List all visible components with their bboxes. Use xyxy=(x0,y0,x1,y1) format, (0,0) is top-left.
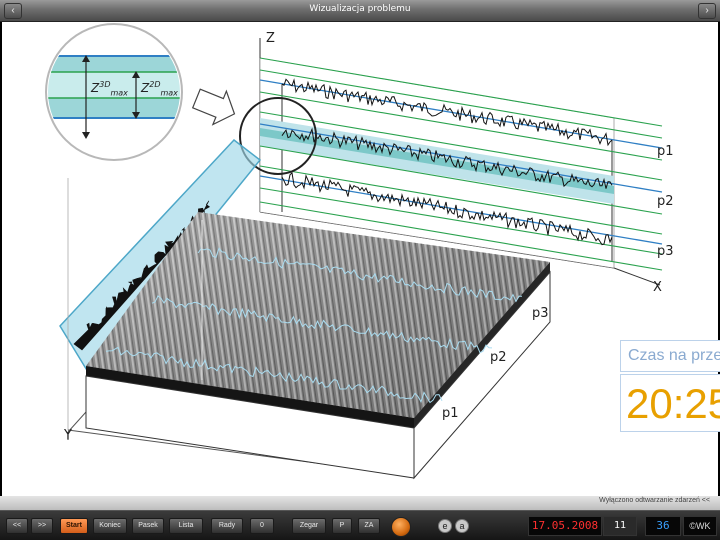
navigation-bar: << >> Start Koniec Pasek Lista Rady 0 Ze… xyxy=(0,510,720,540)
prev-prev-button[interactable]: << xyxy=(6,518,28,534)
profile-label-p2: p2 xyxy=(657,194,674,209)
round-button-e[interactable]: e xyxy=(438,519,452,533)
timer-label-box: Czas na przerwę xyxy=(620,340,720,372)
end-button[interactable]: Koniec xyxy=(93,518,127,534)
slide-canvas: Z X Y p1 p2 p3 p3 p2 p1 Z3Dmax Z2Dmax xyxy=(2,22,718,496)
start-button[interactable]: Start xyxy=(60,518,88,534)
timer-label: Czas na przerwę xyxy=(628,347,720,364)
status-strip: Wyłączono odtwarzanie zdarzeń << xyxy=(0,496,720,510)
status-text: Wyłączono odtwarzanie zdarzeń << xyxy=(599,497,710,504)
hollow-arrow-icon xyxy=(191,88,236,126)
surface-label-p3: p3 xyxy=(532,306,549,321)
profile-label-p1: p1 xyxy=(657,144,674,159)
round-button-a[interactable]: a xyxy=(455,519,469,533)
total-slides: 36 xyxy=(645,516,681,536)
tips-button[interactable]: Rady xyxy=(211,518,243,534)
axis-label-x: X xyxy=(653,280,662,295)
zmax-2d-label: Z2Dmax xyxy=(141,80,178,98)
credit-label: ©WK xyxy=(683,516,717,536)
surface-label-p1: p1 xyxy=(442,406,459,421)
toolbar-button[interactable]: Pasek xyxy=(132,518,164,534)
timer-value: 20:25 xyxy=(626,380,720,427)
title-bar: ‹ Wizualizacja problemu › xyxy=(0,0,720,22)
window-title: Wizualizacja problemu xyxy=(309,4,411,14)
next-next-button[interactable]: >> xyxy=(31,518,53,534)
forward-window-button[interactable]: › xyxy=(698,3,716,19)
surface-label-p2: p2 xyxy=(490,350,507,365)
profile-label-p3: p3 xyxy=(657,244,674,259)
clock-button[interactable]: Zegar xyxy=(292,518,326,534)
zero-button[interactable]: 0 xyxy=(250,518,274,534)
date-display: 17.05.2008 xyxy=(528,516,602,536)
axis-label-z: Z xyxy=(266,31,275,46)
zmax-3d-label: Z3Dmax xyxy=(91,80,128,98)
break-timer: Czas na przerwę 20:25 xyxy=(620,340,720,432)
timer-value-box: 20:25 xyxy=(620,374,720,432)
list-button[interactable]: Lista xyxy=(169,518,203,534)
axis-label-y: Y xyxy=(64,428,72,443)
slide-number: 11 xyxy=(603,516,637,536)
za-button[interactable]: ZA xyxy=(358,518,380,534)
p-button[interactable]: P xyxy=(332,518,352,534)
record-knob-button[interactable] xyxy=(391,517,411,537)
